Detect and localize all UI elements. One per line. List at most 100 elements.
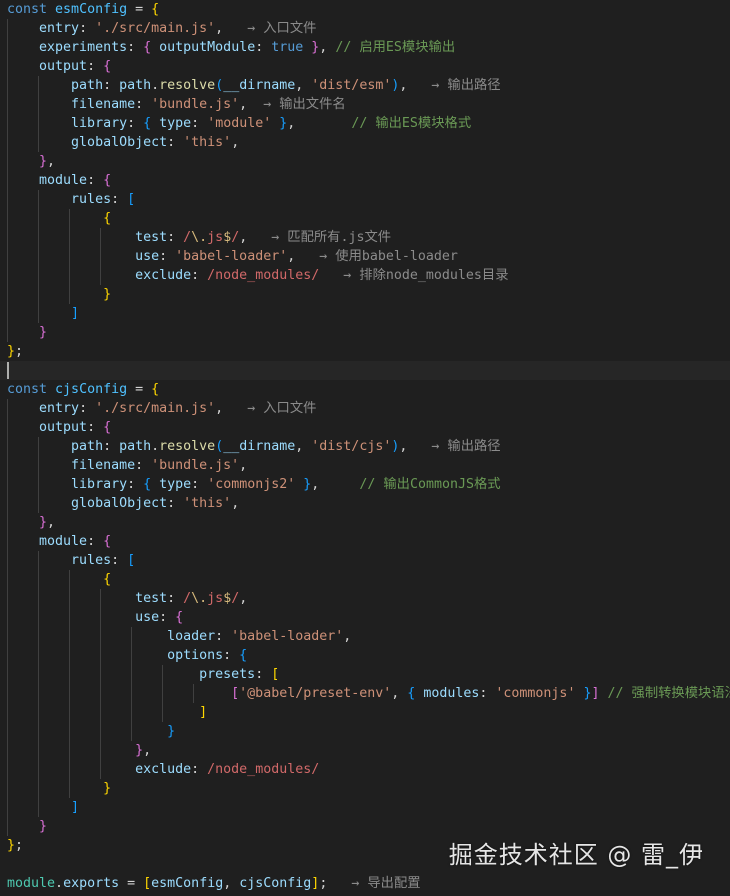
code-line[interactable]: const cjsConfig = { [0, 380, 730, 399]
token-cm: // 启用ES模块输出 [335, 40, 456, 55]
code-line[interactable]: } [0, 285, 730, 304]
code-line[interactable]: ] [0, 703, 730, 722]
code-line[interactable]: filename: 'bundle.js', [0, 456, 730, 475]
code-line[interactable]: path: path.resolve(__dirname, 'dist/cjs'… [0, 437, 730, 456]
code-line[interactable]: exclude: /node_modules/ → 排除node_modules… [0, 266, 730, 285]
code-line[interactable]: output: { [0, 418, 730, 437]
code-line[interactable]: filename: 'bundle.js', → 输出文件名 [0, 95, 730, 114]
token-p3: ] [71, 306, 80, 321]
token-arrow: → 入口文件 [239, 401, 317, 416]
indent-guide [38, 608, 40, 627]
code-line[interactable]: library: { type: 'module' }, // 输出ES模块格式 [0, 114, 730, 133]
indent-guide [69, 646, 71, 665]
code-line[interactable]: }, [0, 513, 730, 532]
code-line[interactable] [0, 361, 730, 380]
token-text: : [79, 21, 96, 36]
code-line[interactable]: globalObject: 'this', [0, 494, 730, 513]
code-line[interactable]: } [0, 779, 730, 798]
code-line[interactable]: entry: './src/main.js', → 入口文件 [0, 399, 730, 418]
code-line[interactable]: rules: [ [0, 190, 730, 209]
code-line[interactable]: module: { [0, 532, 730, 551]
indent-guide [38, 190, 40, 209]
code-line[interactable]: use: { [0, 608, 730, 627]
code-line[interactable]: }; [0, 342, 730, 361]
token-p1: } [103, 781, 112, 796]
token-p2: } [39, 515, 48, 530]
token-text: , [223, 876, 240, 891]
indent-guide [69, 209, 71, 228]
token-kw: const [7, 382, 56, 397]
code-line[interactable]: }, [0, 152, 730, 171]
code-line[interactable]: ] [0, 798, 730, 817]
indent-guide [38, 285, 40, 304]
code-line[interactable]: test: /\.js$/, [0, 589, 730, 608]
indent-guide [69, 570, 71, 589]
code-line[interactable]: experiments: { outputModule: true }, // … [0, 38, 730, 57]
token-p2: [ [231, 686, 240, 701]
indent-guide [38, 228, 40, 247]
code-line[interactable]: } [0, 323, 730, 342]
indent-guide [38, 95, 40, 114]
token-p2: { [143, 40, 152, 55]
indent-guide [100, 608, 102, 627]
indent-guide [7, 304, 8, 323]
code-line[interactable]: library: { type: 'commonjs2' }, // 输出Com… [0, 475, 730, 494]
indent-guide [7, 152, 8, 171]
code-line[interactable]: } [0, 817, 730, 836]
code-line[interactable]: options: { [0, 646, 730, 665]
code-line[interactable]: rules: [ [0, 551, 730, 570]
code-line[interactable]: globalObject: 'this', [0, 133, 730, 152]
token-text: , [47, 154, 56, 169]
code-line[interactable]: test: /\.js$/, → 匹配所有.js文件 [0, 228, 730, 247]
code-line[interactable]: { [0, 209, 730, 228]
indent-guide [38, 551, 40, 570]
code-line[interactable]: entry: './src/main.js', → 入口文件 [0, 19, 730, 38]
token-text: = [119, 876, 144, 891]
token-prop: __dirname [223, 78, 296, 93]
code-line[interactable]: ] [0, 304, 730, 323]
token-p2: } [39, 154, 48, 169]
code-line[interactable]: output: { [0, 57, 730, 76]
indent-guide [7, 76, 8, 95]
code-line[interactable]: } [0, 722, 730, 741]
indent-guide [100, 684, 102, 703]
code-line[interactable]: use: 'babel-loader', → 使用babel-loader [0, 247, 730, 266]
code-line[interactable]: path: path.resolve(__dirname, 'dist/esm'… [0, 76, 730, 95]
token-str: 'this' [183, 135, 232, 150]
token-text: , [319, 40, 336, 55]
indent-guide [131, 646, 133, 665]
indent-guide [100, 741, 102, 760]
token-text: , [287, 249, 312, 264]
code-line[interactable]: const esmConfig = { [0, 0, 730, 19]
code-line[interactable]: loader: 'babel-loader', [0, 627, 730, 646]
token-p3: { [143, 116, 152, 131]
code-editor[interactable]: const esmConfig = { entry: './src/main.j… [0, 0, 730, 896]
token-text: : [167, 230, 184, 245]
indent-guide [7, 285, 8, 304]
indent-guide [69, 722, 71, 741]
code-line[interactable]: presets: [ [0, 665, 730, 684]
code-line[interactable]: exclude: /node_modules/ [0, 760, 730, 779]
code-line[interactable]: }, [0, 741, 730, 760]
token-str: 'module' [207, 116, 272, 131]
code-line[interactable]: module.exports = [esmConfig, cjsConfig];… [0, 874, 730, 893]
token-text: : [87, 59, 104, 74]
token-arrow: → 匹配所有.js文件 [263, 230, 392, 245]
indent-guide [7, 608, 8, 627]
code-line[interactable]: { [0, 570, 730, 589]
indent-guide [38, 741, 40, 760]
indent-guide [162, 703, 164, 722]
token-prop: rules [71, 192, 112, 207]
code-line[interactable]: ['@babel/preset-env', { modules: 'common… [0, 684, 730, 703]
token-var: cjsConfig [55, 382, 128, 397]
token-p1: [ [271, 667, 280, 682]
code-line[interactable]: module: { [0, 171, 730, 190]
code-lines[interactable]: const esmConfig = { entry: './src/main.j… [0, 0, 730, 893]
token-prop: exclude [135, 762, 192, 777]
